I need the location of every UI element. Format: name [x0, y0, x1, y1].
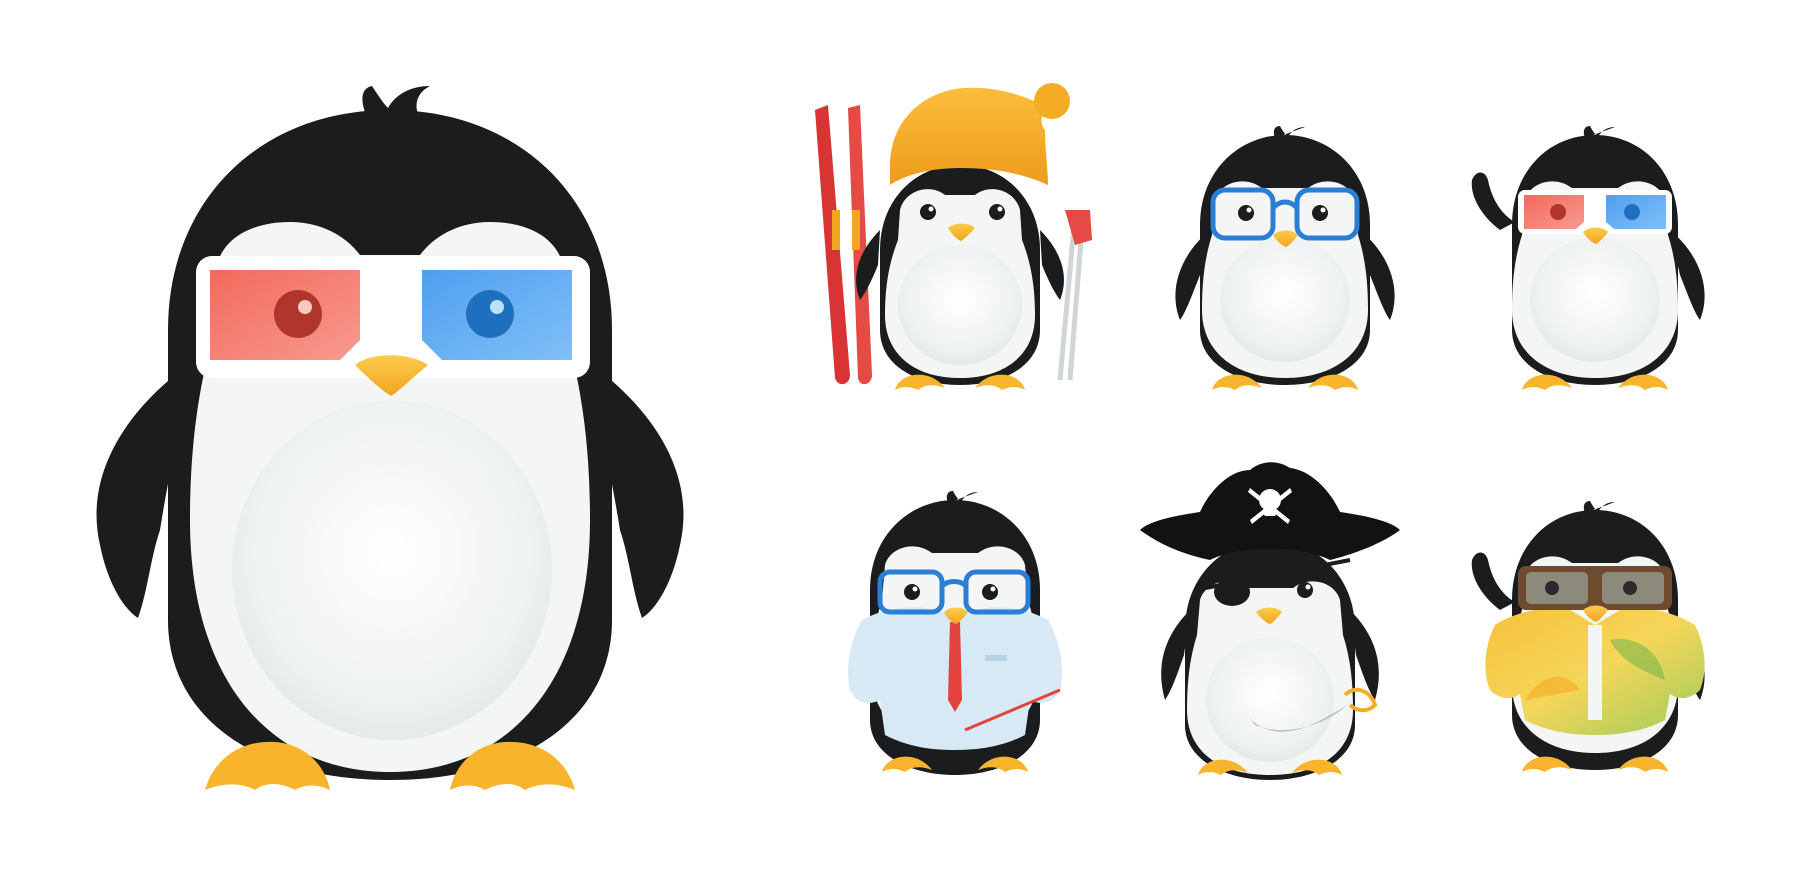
- large-3d-glasses-penguin: [96, 86, 684, 790]
- tourist-penguin: [1471, 501, 1705, 772]
- skier-penguin: [815, 83, 1092, 390]
- belly: [232, 400, 552, 740]
- pirate-penguin: [1140, 462, 1400, 780]
- waving-3d-glasses-penguin: [1471, 126, 1705, 390]
- goggles-icon: [1518, 566, 1672, 610]
- nerd-penguin: [1175, 126, 1395, 390]
- 3d-glasses-icon: [1518, 190, 1672, 234]
- penguin-illustration: [96, 83, 1705, 790]
- hair-tuft-icon: [362, 86, 430, 114]
- doctor-penguin: [848, 491, 1062, 775]
